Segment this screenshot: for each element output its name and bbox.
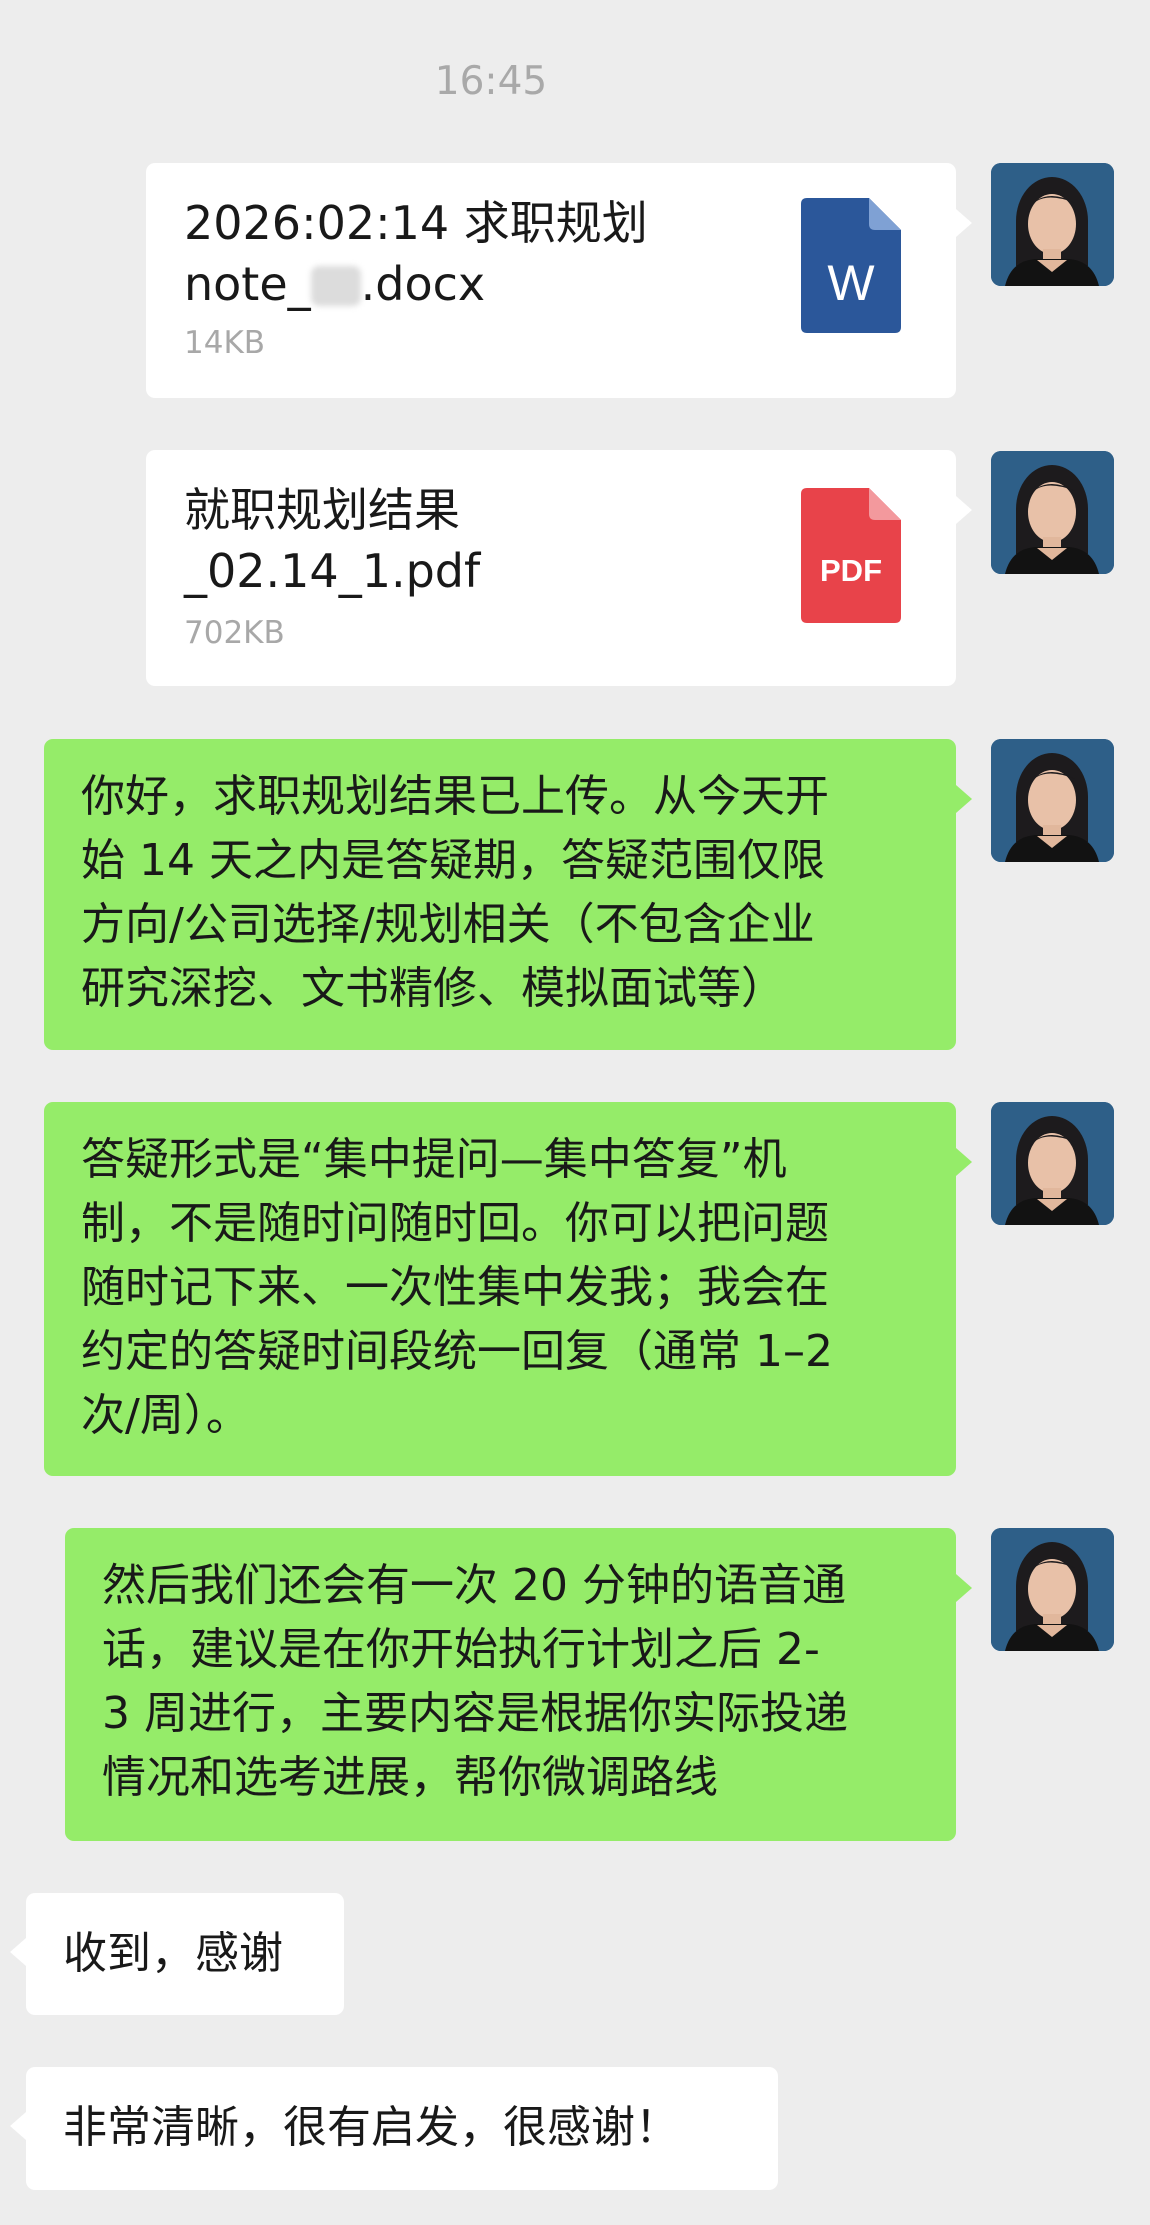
text-message[interactable]: 然后我们还会有一次 20 分钟的语音通 话，建议是在你开始执行计划之后 2- 3… (65, 1528, 972, 1841)
text-message[interactable]: 收到，感谢 (10, 1893, 344, 2015)
chat-timestamp: 16:45 (434, 59, 548, 104)
text-message[interactable]: 答疑形式是“集中提问—集中答复”机 制，不是随时问随时回。你可以把问题 随时记下… (44, 1102, 972, 1476)
message-text: 然后我们还会有一次 20 分钟的语音通 话，建议是在你开始执行计划之后 2- 3… (102, 1560, 848, 1803)
word-file-icon: W (801, 198, 901, 333)
avatar[interactable] (991, 451, 1114, 574)
svg-text:W: W (827, 255, 875, 311)
file-name: 就职规划结果 _02.14_1.pdf (184, 483, 481, 598)
message-text: 答疑形式是“集中提问—集中答复”机 制，不是随时问随时回。你可以把问题 随时记下… (81, 1134, 833, 1441)
file-message-pdf[interactable]: 就职规划结果 _02.14_1.pdf 702KB PDF (146, 450, 972, 686)
text-message[interactable]: 非常清晰，很有启发，很感谢！ (10, 2067, 778, 2190)
file-size: 14KB (184, 325, 266, 361)
avatar[interactable] (991, 163, 1114, 286)
file-size: 702KB (184, 615, 285, 651)
message-text: 你好，求职规划结果已上传。从今天开 始 14 天之内是答疑期，答疑范围仅限 方向… (81, 771, 829, 1014)
text-message[interactable]: 你好，求职规划结果已上传。从今天开 始 14 天之内是答疑期，答疑范围仅限 方向… (44, 739, 972, 1050)
svg-text:PDF: PDF (820, 553, 882, 588)
message-text: 收到，感谢 (63, 1928, 283, 1979)
file-message-docx[interactable]: 2026:02:14 求职规划 note_ .docx 14KB W (146, 163, 972, 398)
message-text: 非常清晰，很有启发，很感谢！ (63, 2102, 679, 2153)
avatar[interactable] (991, 739, 1114, 862)
file-name: 2026:02:14 求职规划 note_ .docx (184, 196, 648, 311)
avatar[interactable] (991, 1528, 1114, 1651)
pdf-file-icon: PDF (801, 488, 901, 623)
redacted-blur (310, 266, 361, 306)
avatar[interactable] (991, 1102, 1114, 1225)
